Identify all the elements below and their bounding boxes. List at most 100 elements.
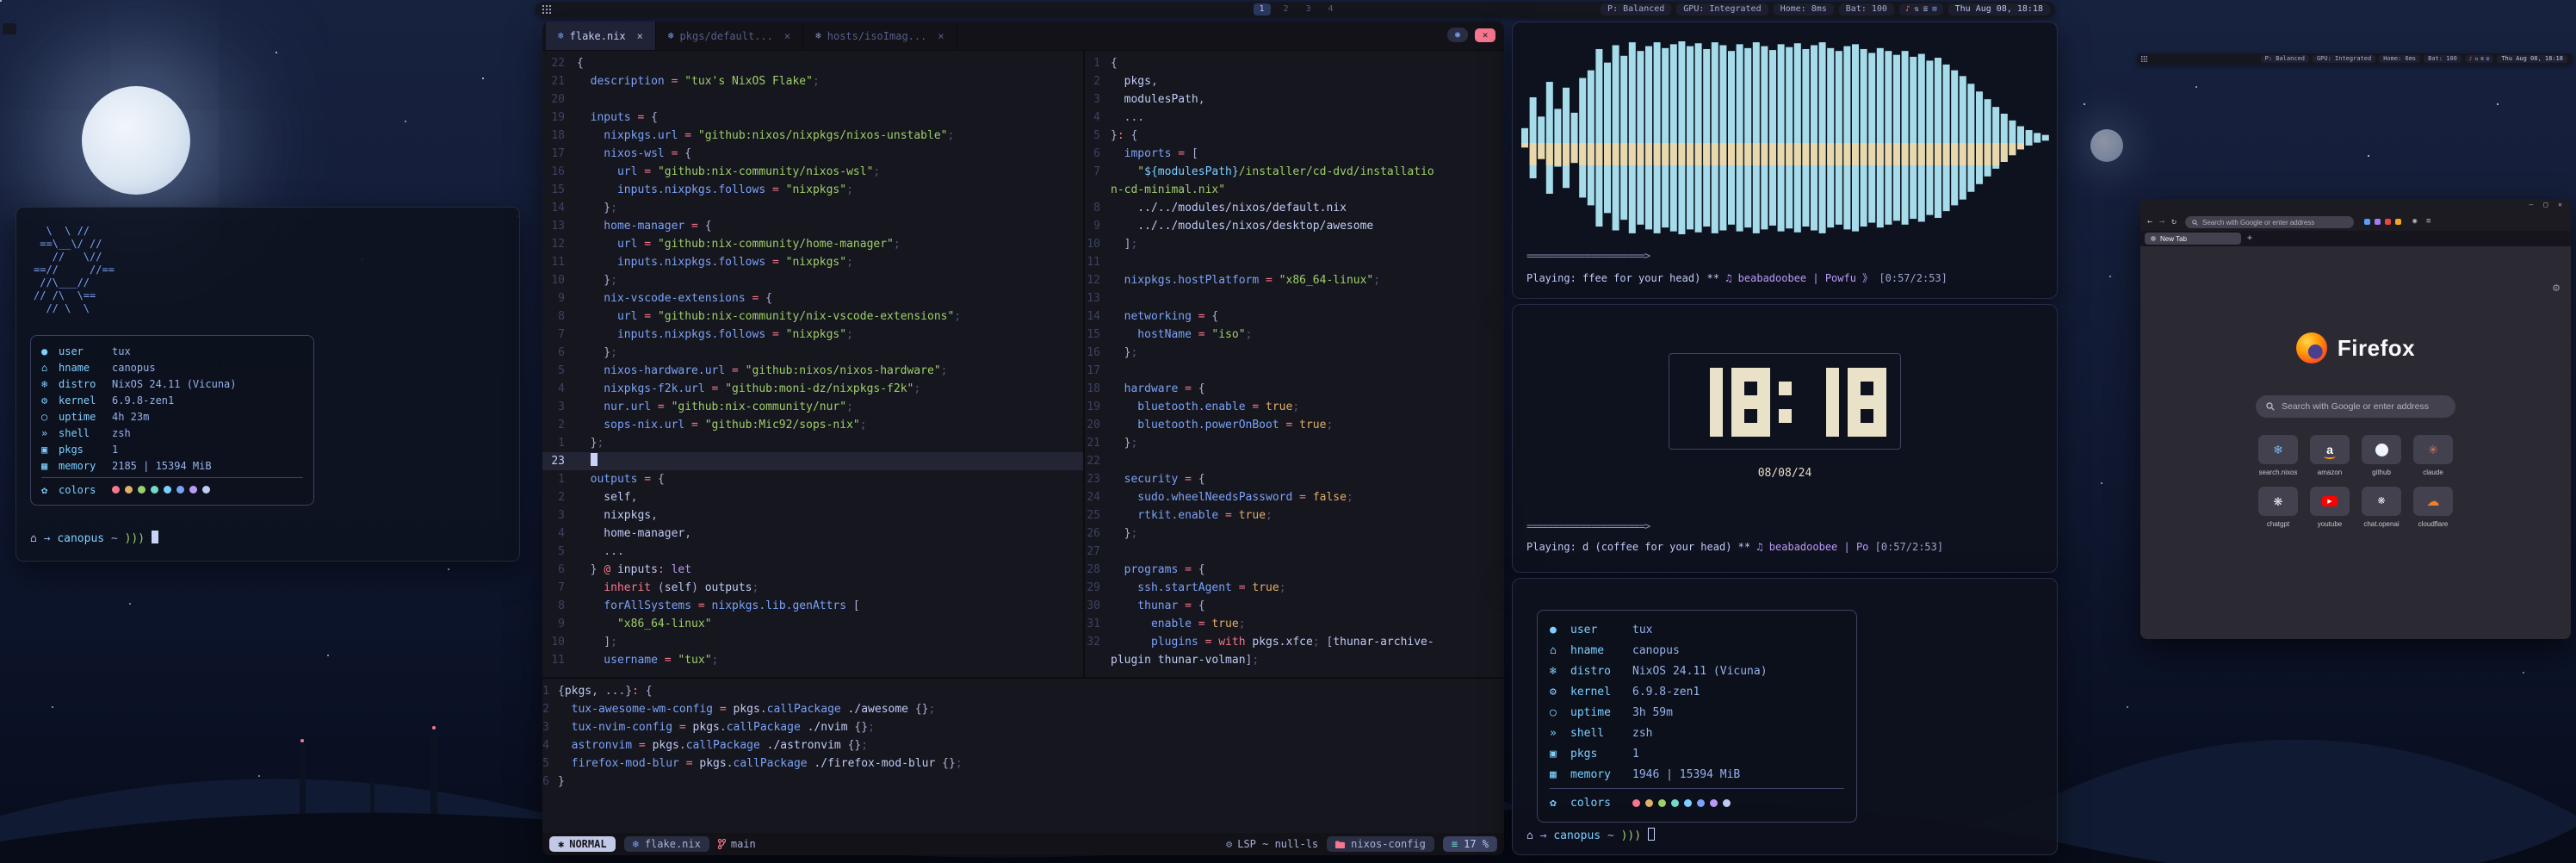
lsp-status: ⚙LSP ~ null-ls	[1226, 838, 1318, 850]
now-playing: Playing: ffee for your head) ** ♫ beabad…	[1526, 270, 1947, 285]
clock-digit-cell	[1744, 423, 1757, 437]
packages-icon: ▣	[41, 444, 59, 456]
flake-nix-buffer[interactable]: 22{21 description = "tux's NixOS Flake";…	[542, 51, 1083, 677]
shortcut-chatgpt[interactable]: ❋chatgpt	[2252, 483, 2304, 535]
new-tab-button[interactable]: +	[2247, 233, 2252, 245]
shortcut-github[interactable]: github	[2356, 432, 2407, 483]
editor-tab[interactable]: ❄flake.nix×	[546, 22, 656, 50]
notifications-icon[interactable]: ≣	[2480, 57, 2484, 62]
line-number: 10	[1085, 235, 1111, 253]
line-number: 17	[1085, 362, 1111, 380]
editor-tab[interactable]: ❄hosts/isoImag...×	[803, 22, 957, 50]
code-line: 20 bluetooth.powerOnBoot = true;	[1085, 416, 1504, 434]
tab-close-icon[interactable]: ×	[784, 30, 790, 42]
volume-icon[interactable]: ♪	[1905, 6, 1910, 14]
cava-bar	[1645, 47, 1652, 230]
line-number: 11	[542, 651, 577, 669]
layout-icon[interactable]: ⊞	[2486, 57, 2490, 62]
cava-visualizer-window[interactable]: ======================> Playing: ffee fo…	[1512, 22, 2058, 299]
account-icon[interactable]: ◉	[2412, 217, 2417, 226]
workspace-tag-4[interactable]: 4	[1324, 3, 1338, 16]
code-line: 5 nixos-hardware.url = "github:nixos/nix…	[542, 362, 1083, 380]
close-buffer-button[interactable]: ✕	[1475, 28, 1495, 42]
cava-bar	[1893, 55, 1900, 221]
line-number: 19	[542, 109, 577, 127]
clock-window[interactable]: 08/08/24 ======================> Playing…	[1512, 304, 2058, 573]
extension-icon-2[interactable]	[2385, 219, 2391, 225]
menu-icon[interactable]: ≡	[2426, 217, 2430, 226]
extension-icon-1[interactable]	[2375, 219, 2381, 225]
bar-clock[interactable]: Thu Aug 08, 18:18	[1948, 3, 2050, 16]
shortcut-chat.openai[interactable]: ❋chat.openai	[2356, 483, 2407, 535]
app-launcher-icon[interactable]	[2141, 56, 2147, 62]
shell-prompt[interactable]: ⌂ → canopus ~ )))	[30, 531, 158, 545]
clock-digit-cell	[1848, 382, 1861, 395]
editor-tab[interactable]: ❄pkgs/default...×	[656, 22, 803, 50]
shortcut-amazon[interactable]: aamazon	[2304, 432, 2356, 483]
github-icon	[2375, 444, 2388, 456]
pkgs-default-buffer[interactable]: 1{pkgs, ...}: {2 tux-awesome-wm-config =…	[542, 679, 1504, 833]
iso-image-buffer[interactable]: 1{2 pkgs,3 modulesPath,4 ...5}: {6 impor…	[1085, 51, 1504, 677]
network-icon[interactable]: ⇅	[1914, 6, 1918, 14]
shortcut-cloudflare[interactable]: ☁cloudflare	[2407, 483, 2459, 535]
shortcut-claude[interactable]: ✳claude	[2407, 432, 2459, 483]
line-number: 30	[1085, 597, 1111, 615]
workspace-tag-1[interactable]: 1	[1253, 3, 1270, 16]
code-line: 18 hardware = {	[1085, 380, 1504, 398]
code-line: 11	[1085, 253, 1504, 271]
cava-bar	[1753, 42, 1760, 233]
nixos-ascii-logo: \ \ // ==\__\/ // // \// ==// //== //\__…	[34, 225, 115, 315]
git-branch[interactable]: main	[718, 838, 756, 850]
browser-tab[interactable]: New Tab	[2145, 233, 2241, 245]
line-number: 6	[542, 773, 558, 791]
notifications-icon[interactable]: ≣	[1923, 6, 1928, 14]
project-indicator[interactable]: nixos-config	[1327, 836, 1434, 852]
firefox-window[interactable]: – □ ✕ ← → ↻ Search with Google or enter …	[2140, 199, 2571, 639]
personalize-gear-icon[interactable]: ⚙	[2552, 282, 2561, 294]
buffer-toggle-button[interactable]: ◉	[1447, 28, 1468, 42]
fetch-window[interactable]: ●usertux⌂hnamecanopus❄distroNixOS 24.11 …	[1512, 578, 2058, 855]
terminal-window[interactable]: \ \ // ==\__\/ // // \// ==// //== //\__…	[15, 207, 520, 562]
cava-bar	[1843, 143, 1850, 165]
line-number: 4	[542, 736, 558, 754]
cava-bar	[1836, 143, 1842, 165]
extension-icon-0[interactable]	[2364, 219, 2370, 225]
workspace-tags: 1234	[1253, 2, 1337, 17]
address-bar[interactable]: Search with Google or enter address	[2185, 216, 2354, 228]
mode-icon: ✱	[558, 838, 564, 850]
editor-window[interactable]: ❄flake.nix×❄pkgs/default...×❄hosts/isoIm…	[542, 22, 1504, 855]
bar-clock[interactable]: Thu Aug 08, 18:18	[2497, 55, 2567, 63]
close-button[interactable]: ✕	[2558, 201, 2562, 208]
workspace-tag-2[interactable]: 2	[1279, 3, 1292, 16]
tab-close-icon[interactable]: ×	[938, 30, 944, 42]
line-number: 7	[542, 326, 577, 344]
tab-close-icon[interactable]: ×	[637, 30, 643, 42]
cava-bar	[1588, 143, 1595, 165]
audio-visualizer	[1521, 33, 2050, 243]
shortcut-youtube[interactable]: ▶youtube	[2304, 483, 2356, 535]
code-line: 15 hostName = "iso";	[1085, 326, 1504, 344]
home-icon: ⌂	[30, 532, 37, 545]
newtab-search-bar[interactable]: Search with Google or enter address	[2256, 395, 2455, 418]
shell-prompt[interactable]: ⌂ → canopus ~ )))	[1526, 828, 1655, 842]
firefox-titlebar[interactable]: – □ ✕	[2140, 199, 2571, 214]
app-launcher-icon[interactable]	[542, 5, 551, 14]
back-button[interactable]: ←	[2147, 217, 2152, 227]
workspace-tag-3[interactable]: 3	[1302, 3, 1316, 16]
maximize-button[interactable]: □	[2543, 201, 2548, 208]
forward-button[interactable]: →	[2159, 217, 2164, 227]
code-line: 13 home-manager = {	[542, 217, 1083, 235]
color-palette	[112, 486, 210, 494]
uptime-icon: ○	[1550, 706, 1570, 719]
reload-button[interactable]: ↻	[2171, 217, 2177, 227]
network-icon[interactable]: ⇅	[2474, 57, 2478, 62]
shortcut-search.nixos[interactable]: ❄search.nixos	[2252, 432, 2304, 483]
fetch-row: ●usertux	[41, 343, 303, 359]
layout-icon[interactable]: ⊞	[1932, 6, 1936, 14]
cava-bar	[2042, 135, 2049, 141]
extension-icon-3[interactable]	[2395, 219, 2401, 225]
minimize-button[interactable]: –	[2530, 201, 2534, 208]
volume-icon[interactable]: ♪	[2469, 57, 2473, 62]
file-indicator[interactable]: ❄flake.nix	[624, 836, 709, 852]
cava-bar	[1960, 76, 1966, 199]
